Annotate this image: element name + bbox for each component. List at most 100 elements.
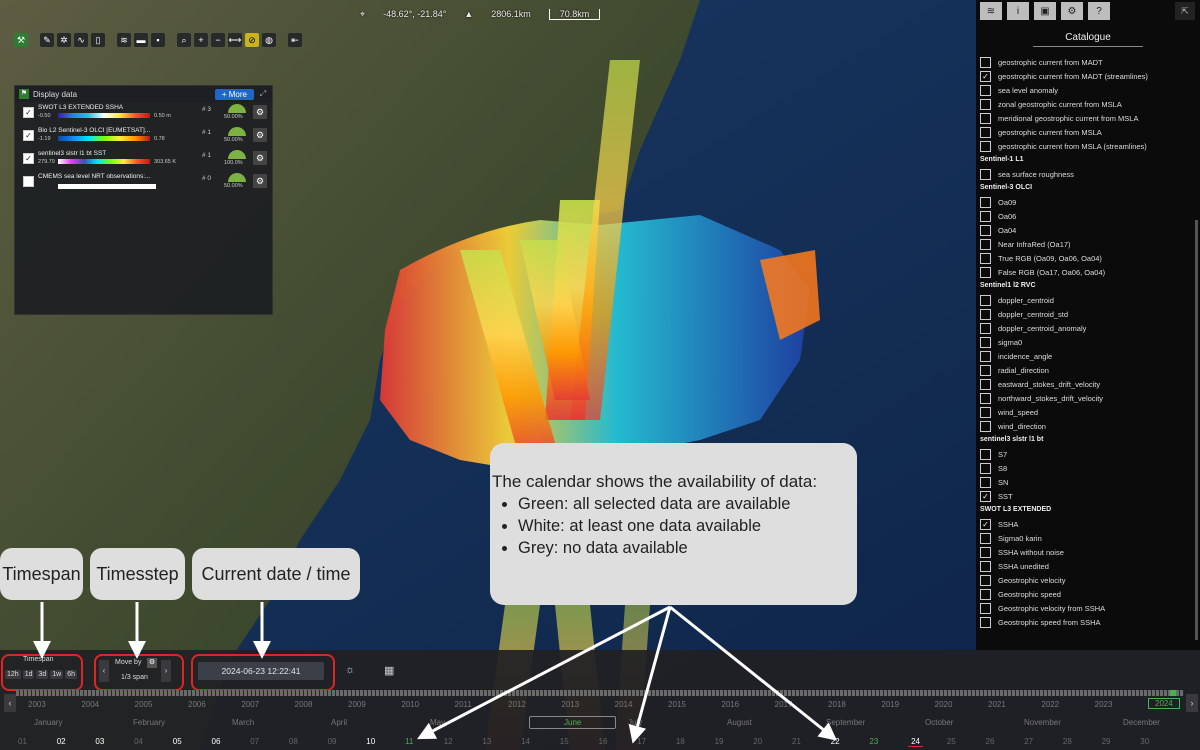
year-item[interactable]: 2016 xyxy=(721,700,739,709)
catalogue-checkbox[interactable] xyxy=(980,448,991,460)
day-item[interactable]: 10 xyxy=(366,737,375,746)
catalogue-checkbox[interactable] xyxy=(980,224,991,236)
more-button[interactable]: + More xyxy=(214,88,254,100)
catalogue-checkbox[interactable] xyxy=(980,322,991,334)
year-item[interactable]: 2011 xyxy=(455,700,472,709)
catalogue-item[interactable]: ✓ SST xyxy=(980,489,1200,503)
catalogue-checkbox[interactable] xyxy=(980,112,991,124)
catalogue-item[interactable]: Geostrophic speed xyxy=(980,587,1200,601)
catalogue-checkbox[interactable] xyxy=(980,98,991,110)
catalogue-checkbox[interactable]: ✓ xyxy=(980,490,991,502)
catalogue-section-heading[interactable]: sentinel3 slstr l1 bt xyxy=(980,433,1200,447)
day-item[interactable]: 20 xyxy=(753,737,762,746)
catalogue-item[interactable]: True RGB (Oa09, Oa06, Oa04) xyxy=(980,251,1200,265)
day-item[interactable]: 25 xyxy=(947,737,956,746)
catalogue-checkbox[interactable] xyxy=(980,574,991,586)
catalogue-item[interactable]: eastward_stokes_drift_velocity xyxy=(980,377,1200,391)
catalogue-item[interactable]: geostrophic current from MSLA xyxy=(980,125,1200,139)
catalogue-item[interactable]: radial_direction xyxy=(980,363,1200,377)
year-item[interactable]: 2022 xyxy=(1041,700,1059,709)
catalogue-item[interactable]: sigma0 xyxy=(980,335,1200,349)
catalogue-checkbox[interactable] xyxy=(980,392,991,404)
day-item[interactable]: 18 xyxy=(676,737,685,746)
catalogue-item[interactable]: Oa04 xyxy=(980,223,1200,237)
catalogue-checkbox[interactable] xyxy=(980,602,991,614)
day-item[interactable]: 09 xyxy=(328,737,337,746)
year-item[interactable]: 2009 xyxy=(348,700,366,709)
catalogue-item[interactable]: geostrophic current from MADT xyxy=(980,55,1200,69)
month-item[interactable]: April xyxy=(331,718,347,727)
collapse-icon[interactable]: ⇤ xyxy=(288,33,302,47)
year-item[interactable]: 2017 xyxy=(775,700,793,709)
day-item[interactable]: 02 xyxy=(57,737,66,746)
year-item[interactable]: 2004 xyxy=(81,700,99,709)
catalogue-item[interactable]: Geostrophic velocity from SSHA xyxy=(980,601,1200,615)
page-icon[interactable]: ▯ xyxy=(91,33,105,47)
catalogue-item[interactable]: meridional geostrophic current from MSLA xyxy=(980,111,1200,125)
chart-icon[interactable]: ∿ xyxy=(74,33,88,47)
catalogue-checkbox[interactable] xyxy=(980,420,991,432)
year-item[interactable]: 2023 xyxy=(1095,700,1113,709)
zoom-out-icon[interactable]: − xyxy=(211,33,225,47)
catalogue-checkbox[interactable] xyxy=(980,308,991,320)
catalogue-item[interactable]: Geostrophic speed from SSHA xyxy=(980,615,1200,629)
catalogue-section-heading[interactable]: Sentinel1 l2 RVC xyxy=(980,279,1200,293)
catalogue-checkbox[interactable] xyxy=(980,462,991,474)
catalogue-checkbox[interactable] xyxy=(980,266,991,278)
day-item[interactable]: 04 xyxy=(134,737,143,746)
catalogue-item[interactable]: sea surface roughness xyxy=(980,167,1200,181)
catalogue-item[interactable]: Geostrophic velocity xyxy=(980,573,1200,587)
catalogue-item[interactable]: wind_direction xyxy=(980,419,1200,433)
catalogue-item[interactable]: ✓ geostrophic current from MADT (streaml… xyxy=(980,69,1200,83)
catalogue-item[interactable]: ✓ SSHA xyxy=(980,517,1200,531)
catalogue-checkbox[interactable] xyxy=(980,126,991,138)
layer-opacity-gauge[interactable] xyxy=(228,173,246,182)
layers-tab-icon[interactable]: ≋ xyxy=(980,2,1002,20)
settings-tab-icon[interactable]: ⚙ xyxy=(1061,2,1083,20)
gear-wheel-icon[interactable]: ✲ xyxy=(57,33,71,47)
month-item[interactable]: January xyxy=(34,718,62,727)
catalogue-item[interactable]: geostrophic current from MSLA (streamlin… xyxy=(980,139,1200,153)
folder-icon[interactable]: ▬ xyxy=(134,33,148,47)
ruler-icon[interactable]: ⟷ xyxy=(228,33,242,47)
magnifier-icon[interactable]: ⌕ xyxy=(177,33,191,47)
catalogue-checkbox[interactable] xyxy=(980,84,991,96)
catalogue-item[interactable]: False RGB (Oa17, Oa06, Oa04) xyxy=(980,265,1200,279)
catalogue-item[interactable]: S7 xyxy=(980,447,1200,461)
monitor-tab-icon[interactable]: ▣ xyxy=(1034,2,1056,20)
day-item[interactable]: 11 xyxy=(405,737,413,746)
calendar-icon[interactable]: ▦ xyxy=(384,664,394,677)
day-item[interactable]: 28 xyxy=(1063,737,1072,746)
layer-settings-gear-icon[interactable]: ⚙ xyxy=(253,105,267,119)
day-item[interactable]: 13 xyxy=(482,737,491,746)
year-item[interactable]: 2010 xyxy=(401,700,419,709)
day-item[interactable]: 24 xyxy=(908,737,923,747)
catalogue-item[interactable]: SSHA unedited xyxy=(980,559,1200,573)
catalogue-checkbox[interactable] xyxy=(980,294,991,306)
catalogue-checkbox[interactable] xyxy=(980,350,991,362)
catalogue-checkbox[interactable] xyxy=(980,546,991,558)
day-item[interactable]: 26 xyxy=(986,737,995,746)
year-item[interactable]: 2008 xyxy=(295,700,313,709)
fullscreen-icon[interactable]: ⇱ xyxy=(1175,2,1195,20)
catalogue-checkbox[interactable] xyxy=(980,196,991,208)
catalogue-checkbox[interactable] xyxy=(980,406,991,418)
year-item[interactable]: 2005 xyxy=(135,700,153,709)
year-item[interactable]: 2021 xyxy=(988,700,1006,709)
catalogue-item[interactable]: wind_speed xyxy=(980,405,1200,419)
layer-opacity-gauge[interactable] xyxy=(228,104,246,113)
catalogue-checkbox[interactable] xyxy=(980,238,991,250)
catalogue-item[interactable]: Oa09 xyxy=(980,195,1200,209)
layer-opacity-gauge[interactable] xyxy=(228,150,246,159)
day-item[interactable]: 03 xyxy=(95,737,104,746)
catalogue-checkbox[interactable] xyxy=(980,588,991,600)
day-item[interactable]: 30 xyxy=(1140,737,1149,746)
year-item[interactable]: 2013 xyxy=(561,700,579,709)
day-item[interactable]: 14 xyxy=(521,737,530,746)
catalogue-item[interactable]: doppler_centroid_anomaly xyxy=(980,321,1200,335)
catalogue-checkbox[interactable] xyxy=(980,616,991,628)
layer-checkbox[interactable]: ✓ xyxy=(23,153,34,164)
day-item[interactable]: 07 xyxy=(250,737,259,746)
year-item[interactable]: 2015 xyxy=(668,700,686,709)
layer-checkbox[interactable] xyxy=(23,176,34,187)
